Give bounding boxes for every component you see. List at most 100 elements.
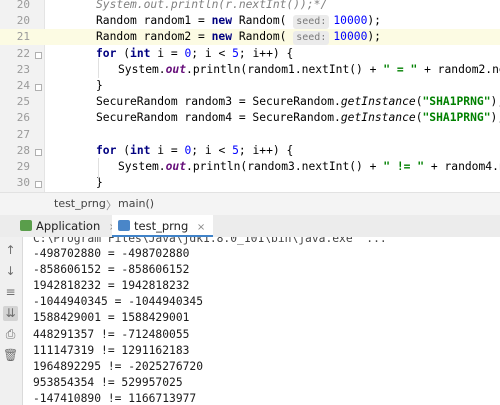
code-token: System. [118, 62, 166, 76]
code-line[interactable]: 23 System.out.println(random1.nextInt() +… [0, 62, 500, 78]
console-output-line: -147410890 != 1166713977 [33, 391, 197, 405]
code-token: 5 [232, 143, 239, 157]
fold-marker-icon[interactable] [35, 51, 42, 59]
code-token: ); [490, 95, 500, 109]
line-number: 24 [16, 79, 30, 92]
code-token: System. [96, 0, 144, 11]
code-token: out [165, 160, 187, 173]
code-token: .println(r.nextInt());*/ [164, 0, 328, 11]
code-token: " = " [383, 62, 418, 76]
indent-guide [98, 58, 99, 78]
code-token: .println(random1.nextInt() + [186, 62, 384, 76]
code-token: Random( [232, 30, 294, 44]
code-token: Random random2 = [96, 30, 212, 44]
run-console[interactable]: ↑ ↓ ≡ ⇊ ⎙ 🗑 C:\Program Files\Java\jdk1.8.0_10… [0, 237, 500, 405]
code-text: SecureRandom random3 = SecureRandom.getI… [96, 94, 500, 110]
code-token: ( [415, 95, 423, 109]
code-token: getInstance [340, 111, 416, 125]
code-token: "SHA1PRNG" [422, 111, 491, 125]
parameter-hint: seed: [293, 15, 330, 30]
code-token: SecureRandom random4 = SecureRandom. [96, 111, 341, 125]
code-line[interactable]: 29 System.out.println(random3.nextInt() +… [0, 159, 500, 175]
code-token: new [211, 14, 233, 28]
code-token: Random( [232, 14, 294, 28]
tab-test-prng[interactable]: test_prng × [112, 215, 214, 237]
code-text: SecureRandom random4 = SecureRandom.getI… [96, 110, 500, 126]
code-line[interactable]: 24} [0, 78, 500, 94]
code-token: for [96, 46, 117, 60]
soft-wrap-icon[interactable]: ≡ [3, 285, 18, 300]
code-line[interactable]: 28 for (int i = 0; i < 5; i++) { [0, 143, 500, 159]
console-output-line: 111147319 != 1291162183 [33, 343, 190, 357]
code-text: System.out.println(random1.nextInt() + "… [118, 62, 500, 78]
code-token: ; i < [191, 143, 233, 157]
code-token: new [211, 30, 233, 44]
console-toolbar: ↑ ↓ ≡ ⇊ ⎙ 🗑 [0, 237, 23, 405]
console-output-line: -858606152 = -858606152 [33, 263, 190, 277]
code-line[interactable]: 22 for (int i = 0; i < 5; i++) { [0, 46, 500, 62]
line-number: 22 [16, 46, 30, 60]
up-arrow-icon[interactable]: ↑ [3, 243, 18, 258]
down-arrow-icon[interactable]: ↓ [3, 264, 18, 279]
code-line[interactable]: 26 SecureRandom random4 = SecureRandom.ge… [0, 110, 500, 126]
print-icon[interactable]: ⎙ [3, 327, 18, 342]
code-token: ( [415, 111, 423, 125]
scroll-to-end-icon[interactable]: ⇊ [3, 306, 18, 321]
code-token: int [130, 46, 151, 60]
fold-marker-icon[interactable] [35, 148, 42, 156]
code-token: + random4.nextInt()); [430, 160, 500, 173]
code-token: + random2.nextInt()); [424, 62, 500, 76]
line-number: 26 [16, 111, 30, 125]
line-number: 30 [16, 176, 30, 190]
indent-guide [98, 158, 99, 178]
code-token: "SHA1PRNG" [422, 95, 491, 109]
console-output-line: -498702880 = -498702880 [33, 247, 190, 260]
breadcrumb-method[interactable]: main() [118, 197, 154, 210]
run-config-icon [118, 220, 130, 231]
code-token: getInstance [340, 95, 416, 109]
line-number: 25 [16, 95, 30, 109]
console-output-line: 448291357 != -712480055 [33, 327, 190, 341]
code-line[interactable]: 30} [0, 175, 500, 191]
fold-marker-icon[interactable] [35, 84, 42, 91]
code-token: ; i++) { [238, 46, 294, 60]
trash-icon[interactable]: 🗑 [3, 348, 18, 363]
code-text: for (int i = 0; i < 5; i++) { [96, 143, 293, 159]
breadcrumb-separator: 〉 [106, 199, 117, 212]
code-line[interactable]: 27 [0, 127, 500, 143]
code-token: ( [116, 143, 131, 157]
code-token: 5 [232, 46, 239, 60]
code-text: System.out.println(r.nextInt());*/ [96, 0, 327, 13]
line-number: 23 [16, 62, 30, 76]
fold-marker-icon[interactable] [35, 181, 42, 189]
run-config-icon [20, 220, 32, 231]
code-line[interactable]: 20 Random random1 = new Random( seed: 1000… [0, 13, 500, 30]
breadcrumb-class[interactable]: test_prng [54, 197, 106, 210]
line-number: 28 [16, 143, 30, 157]
code-token: SecureRandom random3 = SecureRandom. [96, 95, 341, 109]
code-line[interactable]: 20 System.out.println(r.nextInt());*/ [0, 0, 500, 13]
code-text: } [96, 78, 103, 94]
code-token: ( [116, 46, 131, 60]
code-text: Random random2 = new Random( seed: 10000)… [96, 29, 381, 46]
code-token: " != " [383, 160, 425, 173]
code-token: } [96, 176, 103, 190]
code-line[interactable]: 25 SecureRandom random3 = SecureRandom.ge… [0, 94, 500, 110]
tab-application[interactable]: Application × [14, 215, 125, 237]
code-editor[interactable]: 20 System.out.println(r.nextInt());*/20 Ra… [0, 0, 500, 192]
code-token: ); [367, 14, 381, 28]
code-line[interactable]: 21 Random random2 = new Random( seed: 1000… [0, 29, 500, 46]
console-output-line: 1942818232 = 1942818232 [33, 279, 190, 293]
code-token: i = [150, 46, 185, 60]
code-token: ; i++) { [238, 143, 294, 157]
code-text: for (int i = 0; i < 5; i++) { [96, 46, 293, 62]
code-token: Random random1 = [96, 14, 212, 28]
close-icon[interactable]: × [197, 222, 205, 233]
console-output-line: -1044940345 = -1044940345 [33, 295, 204, 309]
code-token: 10000 [333, 30, 368, 44]
code-text: System.out.println(random3.nextInt() + "… [118, 159, 500, 175]
console-output-line: 1588429001 = 1588429001 [33, 311, 190, 325]
console-output-line: 953854354 != 529957025 [33, 375, 183, 389]
code-token: for [96, 143, 117, 157]
code-token: int [130, 143, 151, 157]
